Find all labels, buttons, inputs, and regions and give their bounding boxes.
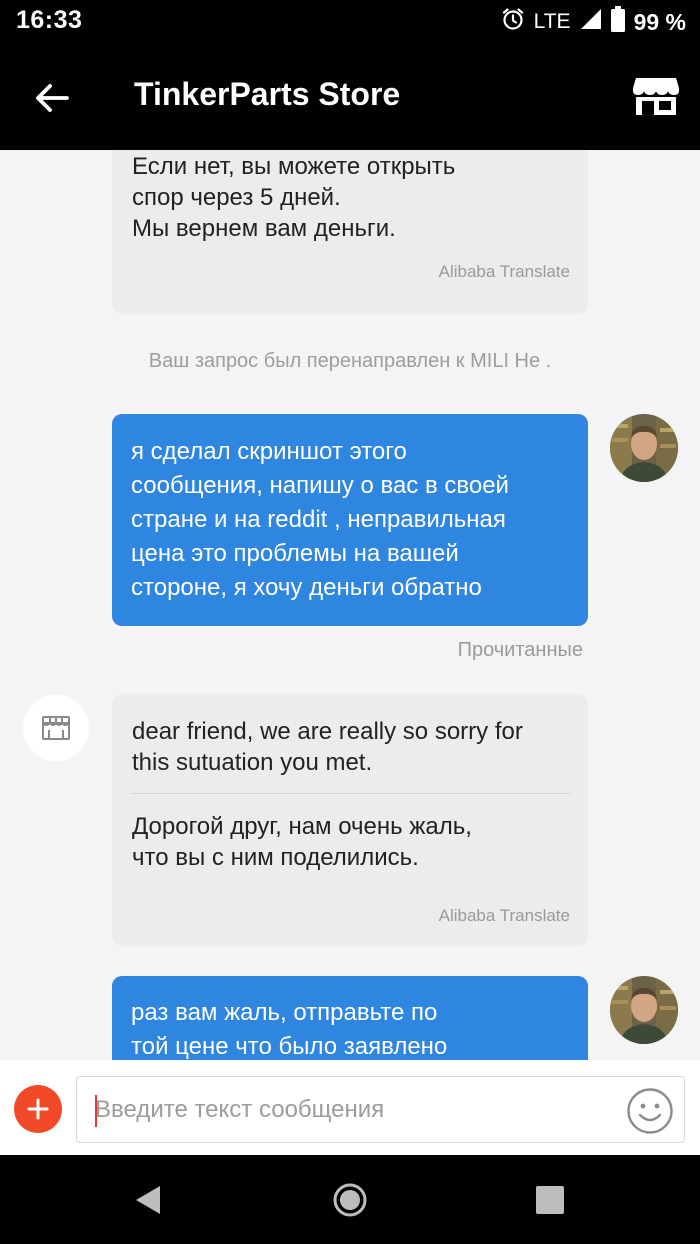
incoming-message: Если нет, вы можете открыть спор через 5… <box>112 150 588 314</box>
status-time: 16:33 <box>16 6 83 34</box>
message-translated-text: Дорогой друг, нам очень жаль, что вы с н… <box>132 813 472 871</box>
message-input-container <box>76 1076 685 1143</box>
read-status: Прочитанные <box>457 639 583 661</box>
translate-label: Alibaba Translate <box>438 262 570 281</box>
battery-icon <box>610 6 625 38</box>
nav-back-button[interactable] <box>131 1183 165 1217</box>
page-title: TinkerParts Store <box>134 76 401 112</box>
nav-recents-button[interactable] <box>533 1183 567 1217</box>
back-button[interactable] <box>24 72 80 124</box>
message-input[interactable] <box>95 1087 615 1133</box>
arrow-left-icon <box>36 84 69 112</box>
nav-home-button[interactable] <box>333 1183 367 1217</box>
status-bar: 16:33 LTE 99 % <box>0 0 700 46</box>
message-text: Если нет, вы можете открыть спор через 5… <box>132 153 456 242</box>
store-icon <box>42 716 70 740</box>
battery-percent: 99 % <box>633 8 686 35</box>
network-type: LTE <box>533 10 571 33</box>
message-text: раз вам жаль, отправьте по той цене что … <box>131 999 448 1060</box>
alarm-icon <box>501 7 525 37</box>
triangle-back-icon <box>136 1186 160 1214</box>
square-recents-icon <box>536 1186 564 1214</box>
store-icon <box>633 78 679 115</box>
system-note: Ваш запрос был перенаправлен к MILI He . <box>148 350 552 372</box>
user-avatar[interactable] <box>610 976 678 1044</box>
add-attachment-button[interactable] <box>14 1085 62 1133</box>
plus-icon <box>27 1098 49 1120</box>
system-navigation-bar <box>0 1155 700 1244</box>
incoming-message: dear friend, we are really so sorry for … <box>112 694 588 946</box>
translate-label: Alibaba Translate <box>438 906 570 925</box>
app-bar: TinkerParts Store <box>0 46 700 150</box>
chat-message-list[interactable]: Если нет, вы можете открыть спор через 5… <box>0 150 700 1060</box>
smiley-icon <box>627 1088 673 1134</box>
emoji-button[interactable] <box>626 1087 674 1135</box>
outgoing-message: я сделал скриншот этого сообщения, напиш… <box>112 414 588 626</box>
user-avatar[interactable] <box>610 414 678 482</box>
message-compose-bar <box>0 1060 700 1155</box>
message-text: я сделал скриншот этого сообщения, напиш… <box>131 438 509 601</box>
circle-home-icon <box>333 1183 367 1217</box>
translation-divider <box>130 793 570 794</box>
signal-icon <box>580 8 602 36</box>
store-avatar[interactable] <box>23 695 89 761</box>
outgoing-message: раз вам жаль, отправьте по той цене что … <box>112 976 588 1060</box>
status-indicators: LTE 99 % <box>501 6 686 38</box>
message-original-text: dear friend, we are really so sorry for … <box>132 718 523 776</box>
store-button[interactable] <box>628 68 684 124</box>
